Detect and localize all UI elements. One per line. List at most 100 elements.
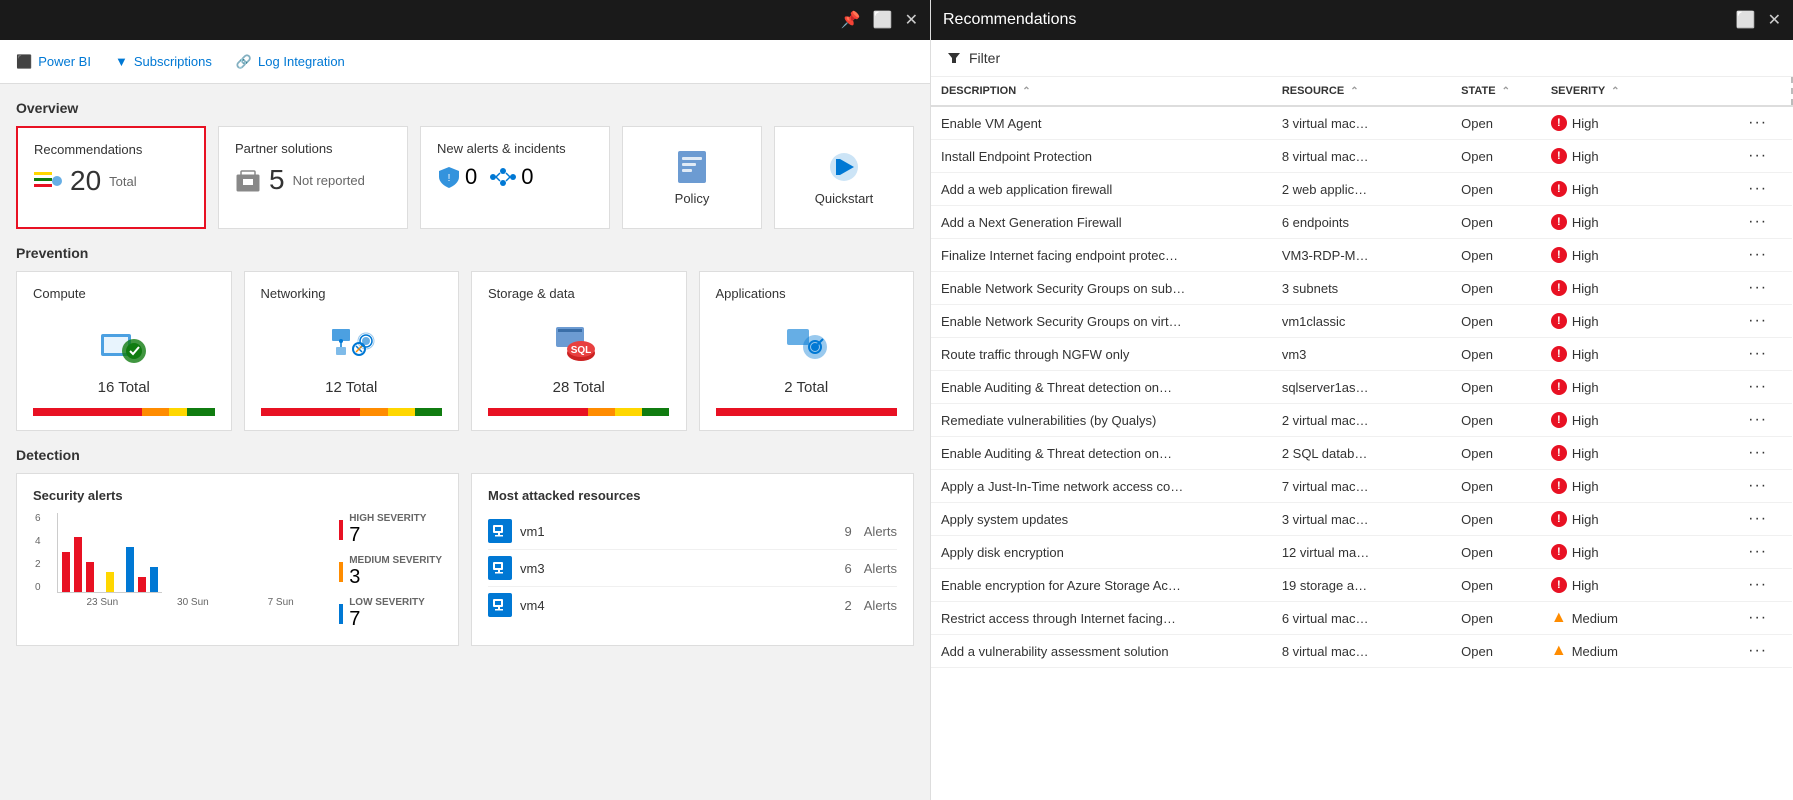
severity-label: High <box>1572 545 1599 560</box>
storage-card[interactable]: Storage & data SQL 28 Total <box>471 271 687 431</box>
row-severity: !High <box>1541 437 1738 470</box>
most-attacked-card[interactable]: Most attacked resources <box>471 473 914 646</box>
row-more[interactable]: ··· <box>1738 338 1792 371</box>
table-row[interactable]: Add a web application firewall2 web appl… <box>931 173 1792 206</box>
table-row[interactable]: Enable Network Security Groups on sub…3 … <box>931 272 1792 305</box>
bar-7 <box>150 567 158 592</box>
right-top-icons: ⬜ ✕ <box>1736 10 1781 30</box>
applications-card[interactable]: Applications 2 Total <box>699 271 915 431</box>
row-more[interactable]: ··· <box>1738 437 1792 470</box>
table-row[interactable]: Enable Auditing & Threat detection on…sq… <box>931 371 1792 404</box>
table-row[interactable]: Finalize Internet facing endpoint protec… <box>931 239 1792 272</box>
quickstart-card[interactable]: Quickstart <box>774 126 914 229</box>
row-resource: 3 virtual mac… <box>1272 106 1451 140</box>
row-more[interactable]: ··· <box>1738 173 1792 206</box>
content-area: Overview Recommendations 20 Total <box>0 84 930 800</box>
table-row[interactable]: Enable Network Security Groups on virt…v… <box>931 305 1792 338</box>
row-resource: 2 web applic… <box>1272 173 1451 206</box>
x-label-1: 23 Sun <box>86 597 118 608</box>
row-more[interactable]: ··· <box>1738 106 1792 140</box>
row-more[interactable]: ··· <box>1738 470 1792 503</box>
recommendations-card[interactable]: Recommendations 20 Total <box>16 126 206 229</box>
severity-high-label: HIGH SEVERITY <box>349 513 426 524</box>
row-description: Apply disk encryption <box>931 536 1272 569</box>
right-panel-title: Recommendations <box>943 11 1076 29</box>
table-row[interactable]: Apply a Just-In-Time network access co…7… <box>931 470 1792 503</box>
attacked-vm1-label: Alerts <box>864 524 897 539</box>
row-more[interactable]: ··· <box>1738 536 1792 569</box>
table-row[interactable]: Apply disk encryption12 virtual ma…Open!… <box>931 536 1792 569</box>
row-more[interactable]: ··· <box>1738 602 1792 635</box>
row-more[interactable]: ··· <box>1738 635 1792 668</box>
state-sort-icon[interactable]: ⌃ <box>1502 86 1510 97</box>
row-state: Open <box>1451 470 1541 503</box>
row-more[interactable]: ··· <box>1738 239 1792 272</box>
compute-card[interactable]: Compute 16 Total <box>16 271 232 431</box>
partner-solutions-card[interactable]: Partner solutions 5 Not reported <box>218 126 408 229</box>
severity-label: High <box>1572 149 1599 164</box>
policy-card[interactable]: Policy <box>622 126 762 229</box>
col-severity-label: SEVERITY <box>1551 85 1605 97</box>
right-close-icon[interactable]: ✕ <box>1768 10 1781 30</box>
bar-6 <box>138 577 146 592</box>
row-more[interactable]: ··· <box>1738 371 1792 404</box>
row-more[interactable]: ··· <box>1738 206 1792 239</box>
description-sort-icon[interactable]: ⌃ <box>1022 86 1030 97</box>
attacked-vm3-count: 6 <box>845 561 852 576</box>
col-state[interactable]: STATE ⌃ <box>1451 77 1541 106</box>
table-row[interactable]: Enable encryption for Azure Storage Ac…1… <box>931 569 1792 602</box>
chart-area: 6 4 2 0 <box>33 513 442 631</box>
filter-label: Filter <box>969 50 1000 66</box>
nav-item-log-integration[interactable]: 🔗 Log Integration <box>236 54 345 70</box>
col-description[interactable]: DESCRIPTION ⌃ <box>931 77 1272 106</box>
filter-icon <box>947 51 961 65</box>
networking-card[interactable]: Networking <box>244 271 460 431</box>
table-row[interactable]: Apply system updates3 virtual mac…Open!H… <box>931 503 1792 536</box>
pin-icon[interactable]: 📌 <box>841 10 861 30</box>
row-more[interactable]: ··· <box>1738 272 1792 305</box>
row-more[interactable]: ··· <box>1738 140 1792 173</box>
attacked-item-vm3[interactable]: vm3 6 Alerts <box>488 550 897 587</box>
close-icon[interactable]: ✕ <box>905 10 918 30</box>
right-restore-icon[interactable]: ⬜ <box>1736 10 1756 30</box>
partner-icon <box>235 167 261 193</box>
table-row[interactable]: Enable Auditing & Threat detection on…2 … <box>931 437 1792 470</box>
col-resource[interactable]: RESOURCE ⌃ <box>1272 77 1451 106</box>
bars-inner <box>57 513 162 593</box>
table-row[interactable]: Remediate vulnerabilities (by Qualys)2 v… <box>931 404 1792 437</box>
row-more[interactable]: ··· <box>1738 503 1792 536</box>
restore-icon[interactable]: ⬜ <box>873 10 893 30</box>
security-alerts-card[interactable]: Security alerts 6 4 2 0 <box>16 473 459 646</box>
row-resource: 8 virtual mac… <box>1272 635 1451 668</box>
severity-high-count: 7 <box>349 524 426 547</box>
high-severity-icon: ! <box>1551 379 1567 395</box>
table-row[interactable]: Add a Next Generation Firewall6 endpoint… <box>931 206 1792 239</box>
row-description: Enable Network Security Groups on sub… <box>931 272 1272 305</box>
table-row[interactable]: Add a vulnerability assessment solution8… <box>931 635 1792 668</box>
nav-item-powerbi[interactable]: ⬛ Power BI <box>16 54 91 70</box>
nav-item-powerbi-label: Power BI <box>38 54 91 69</box>
nav-item-subscriptions[interactable]: ▼ Subscriptions <box>115 54 212 69</box>
attacked-item-vm4[interactable]: vm4 2 Alerts <box>488 587 897 623</box>
table-row[interactable]: Route traffic through NGFW onlyvm3Open!H… <box>931 338 1792 371</box>
resource-sort-icon[interactable]: ⌃ <box>1350 86 1358 97</box>
recommendations-icon <box>34 170 62 192</box>
row-more[interactable]: ··· <box>1738 569 1792 602</box>
col-severity[interactable]: SEVERITY ⌃ <box>1541 77 1738 106</box>
row-description: Finalize Internet facing endpoint protec… <box>931 239 1272 272</box>
severity-label: High <box>1572 512 1599 527</box>
row-state: Open <box>1451 106 1541 140</box>
table-row[interactable]: Restrict access through Internet facing…… <box>931 602 1792 635</box>
row-severity: !High <box>1541 536 1738 569</box>
table-row[interactable]: Enable VM Agent3 virtual mac…Open!High··… <box>931 106 1792 140</box>
partner-unit: Not reported <box>293 173 365 188</box>
row-resource: 8 virtual mac… <box>1272 140 1451 173</box>
row-severity: !High <box>1541 173 1738 206</box>
row-more[interactable]: ··· <box>1738 404 1792 437</box>
new-alerts-card[interactable]: New alerts & incidents ! 0 <box>420 126 610 229</box>
severity-sort-icon[interactable]: ⌃ <box>1611 86 1619 97</box>
attacked-item-vm1[interactable]: vm1 9 Alerts <box>488 513 897 550</box>
table-row[interactable]: Install Endpoint Protection8 virtual mac… <box>931 140 1792 173</box>
overview-cards: Recommendations 20 Total Partn <box>16 126 914 229</box>
row-more[interactable]: ··· <box>1738 305 1792 338</box>
